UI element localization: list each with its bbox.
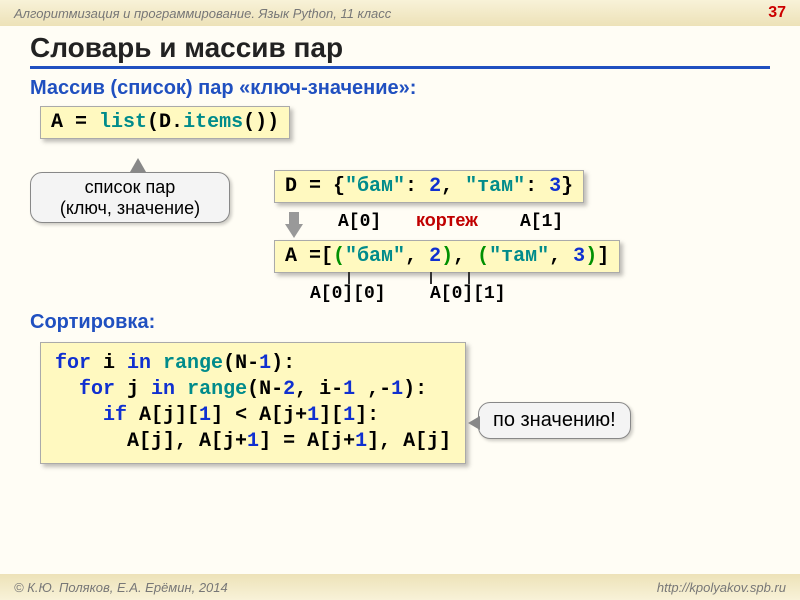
pointer-line	[348, 272, 350, 284]
footer-url: http://kpolyakov.spb.ru	[657, 580, 786, 595]
bubble-line1: список пар	[43, 177, 217, 198]
code-array-tuples: A =[("бам", 2), ("там", 3)]	[274, 240, 620, 273]
bubble-tail	[130, 158, 146, 172]
slide-footer: © К.Ю. Поляков, Е.А. Ерёмин, 2014 http:/…	[0, 574, 800, 600]
subtitle-sort: Сортировка:	[30, 311, 155, 334]
course-title: Алгоритмизация и программирование. Язык …	[14, 6, 391, 21]
copyright: © К.Ю. Поляков, Е.А. Ерёмин, 2014	[14, 580, 228, 595]
subtitle-array-pairs: Массив (список) пар «ключ-значение»:	[30, 77, 770, 100]
page-number: 37	[768, 4, 786, 22]
label-a00: A[0][0]	[310, 284, 386, 304]
code-dict-literal: D = {"бам": 2, "там": 3}	[274, 170, 584, 203]
label-tuple: кортеж	[416, 210, 478, 231]
bubble-line2: (ключ, значение)	[43, 198, 217, 219]
bubble-list-pairs: список пар (ключ, значение)	[30, 172, 230, 223]
label-a01: A[0][1]	[430, 284, 506, 304]
bubble-by-value: по значению!	[478, 402, 631, 439]
bubble-tail-left	[468, 416, 480, 430]
arrow-down-icon	[285, 224, 303, 238]
label-a1: A[1]	[520, 212, 563, 232]
pointer-line	[468, 272, 470, 284]
code-sort-loop: for i in range(N-1): for j in range(N-2,…	[40, 342, 466, 464]
slide-header: Алгоритмизация и программирование. Язык …	[0, 0, 800, 26]
slide-title: Словарь и массив пар	[30, 32, 770, 69]
pointer-line	[430, 272, 432, 284]
label-a0: A[0]	[338, 212, 381, 232]
code-list-items: A = list(D.items())	[40, 106, 290, 139]
